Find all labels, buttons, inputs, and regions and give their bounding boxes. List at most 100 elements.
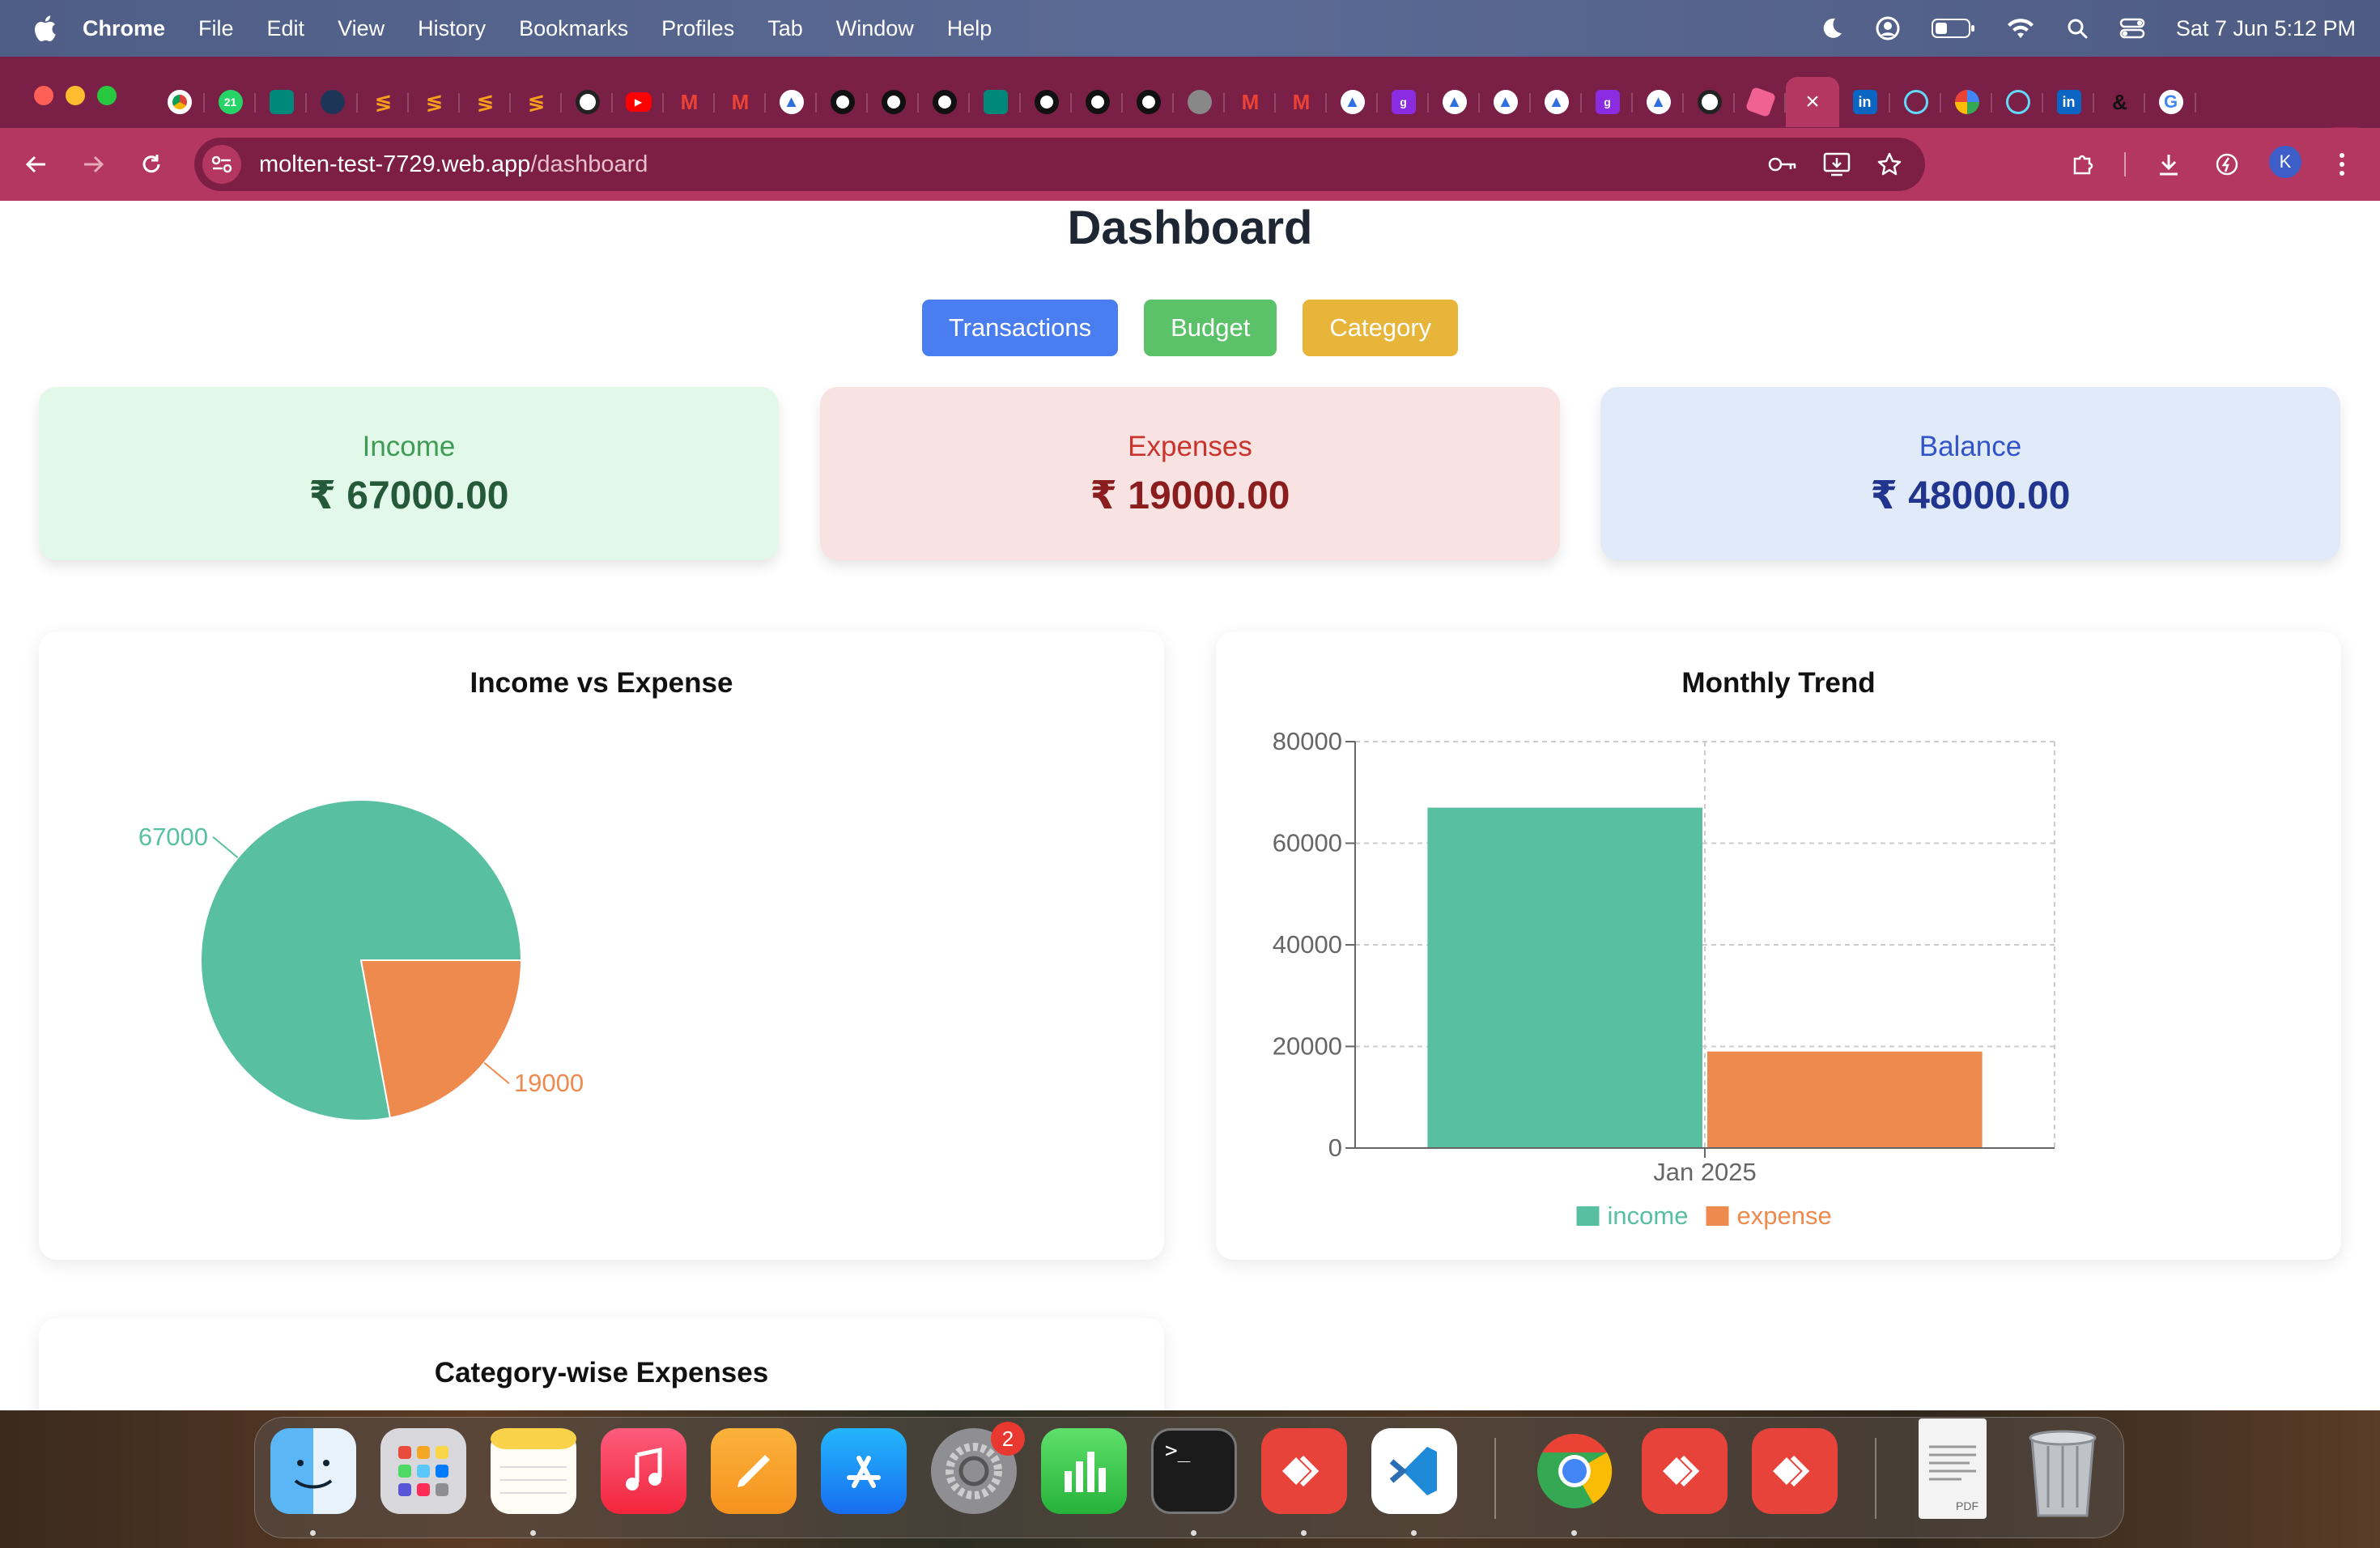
tab-github-2[interactable]: [868, 77, 919, 127]
tab-github-4[interactable]: [1021, 77, 1072, 127]
notes-icon[interactable]: [491, 1428, 576, 1514]
spotlight-search-icon[interactable]: [2066, 17, 2089, 40]
launchpad-icon[interactable]: [380, 1428, 466, 1514]
tab-gfg-1[interactable]: g: [1378, 77, 1429, 127]
terminal-icon[interactable]: >_: [1151, 1428, 1237, 1514]
tab-leetcode-3[interactable]: ≶: [460, 77, 511, 127]
chrome-menu-button[interactable]: [2323, 146, 2361, 183]
pie-slice-expense[interactable]: [359, 959, 523, 1119]
tab-gmail-3[interactable]: M: [1225, 77, 1276, 127]
tab-openai-2[interactable]: [1684, 77, 1735, 127]
app-store-icon[interactable]: [821, 1428, 907, 1514]
music-note-icon: [626, 1447, 662, 1491]
bar-expense-0[interactable]: [1707, 1051, 1983, 1148]
tab-github-1[interactable]: [817, 77, 868, 127]
tab-linkedin-1[interactable]: in: [1839, 77, 1890, 127]
tab-colorful-app[interactable]: [1941, 77, 1992, 127]
window-close-button[interactable]: [34, 86, 53, 105]
pages-icon[interactable]: [711, 1428, 797, 1514]
finder-icon[interactable]: [270, 1428, 356, 1514]
tab-google[interactable]: G: [2145, 77, 2196, 127]
bookmark-star-icon[interactable]: [1876, 151, 1902, 177]
window-minimize-button[interactable]: [66, 86, 85, 105]
focus-moon-icon[interactable]: [1820, 16, 1844, 40]
menu-bookmarks[interactable]: Bookmarks: [519, 16, 628, 41]
anydesk-icon[interactable]: [1261, 1428, 1347, 1514]
menu-history[interactable]: History: [418, 16, 486, 41]
tab-arc-1[interactable]: ▲: [766, 77, 817, 127]
tab-leetcode-2[interactable]: ≶: [409, 77, 460, 127]
install-app-icon[interactable]: [1823, 151, 1851, 177]
tab-arc-6[interactable]: ▲: [1633, 77, 1684, 127]
user-account-icon[interactable]: [1875, 15, 1901, 41]
menu-edit[interactable]: Edit: [267, 16, 305, 41]
music-icon[interactable]: [601, 1428, 686, 1514]
tab-dark-app[interactable]: [307, 77, 358, 127]
tab-linkedin-2[interactable]: in: [2043, 77, 2094, 127]
tab-ampersand[interactable]: &: [2094, 77, 2145, 127]
chrome-dock-icon[interactable]: [1532, 1428, 1617, 1514]
category-button[interactable]: Category: [1303, 300, 1459, 356]
reload-button[interactable]: [133, 146, 170, 183]
menu-window[interactable]: Window: [836, 16, 914, 41]
tab-arc-3[interactable]: ▲: [1429, 77, 1480, 127]
bar-income-0[interactable]: [1427, 807, 1702, 1148]
menu-profiles[interactable]: Profiles: [661, 16, 734, 41]
tab-leetcode-1[interactable]: ≶: [358, 77, 409, 127]
github-icon: [830, 90, 855, 114]
tab-globe[interactable]: [1174, 77, 1225, 127]
whatsapp-icon: 21: [218, 90, 243, 114]
window-zoom-button[interactable]: [97, 86, 117, 105]
profile-avatar[interactable]: K: [2269, 146, 2301, 178]
tab-github-5[interactable]: [1072, 77, 1123, 127]
forward-button[interactable]: [74, 146, 112, 183]
tab-meet[interactable]: [256, 77, 307, 127]
tab-dashboard-active[interactable]: ×: [1786, 77, 1839, 127]
tab-pink-app[interactable]: [1735, 77, 1786, 127]
tab-openai[interactable]: [562, 77, 613, 127]
control-center-icon[interactable]: [2119, 17, 2145, 40]
anydesk-icon-3[interactable]: [1752, 1428, 1838, 1514]
extensions-button[interactable]: [2064, 146, 2102, 183]
performance-button[interactable]: [2208, 146, 2246, 183]
vscode-icon[interactable]: [1371, 1428, 1457, 1514]
menu-clock[interactable]: Sat 7 Jun 5:12 PM: [2176, 16, 2356, 41]
back-button[interactable]: [18, 146, 55, 183]
tab-react-2[interactable]: [1992, 77, 2043, 127]
menu-view[interactable]: View: [338, 16, 385, 41]
url-text[interactable]: molten-test-7729.web.app/dashboard: [259, 151, 648, 178]
tab-meet-2[interactable]: [970, 77, 1021, 127]
tab-gmail-1[interactable]: M: [664, 77, 715, 127]
menu-app-name[interactable]: Chrome: [83, 16, 165, 41]
transactions-button[interactable]: Transactions: [921, 300, 1119, 356]
close-tab-icon[interactable]: ×: [1805, 90, 1820, 114]
tab-youtube[interactable]: ▶: [613, 77, 664, 127]
pdf-document-icon[interactable]: PDF: [1919, 1418, 1987, 1519]
tab-arc-5[interactable]: ▲: [1531, 77, 1582, 127]
address-bar[interactable]: molten-test-7729.web.app/dashboard: [194, 138, 1925, 191]
trash-icon[interactable]: [2024, 1423, 2102, 1520]
wifi-icon[interactable]: [2006, 17, 2035, 40]
tab-chrome[interactable]: [154, 77, 205, 127]
tab-whatsapp[interactable]: 21: [205, 77, 256, 127]
anydesk-icon-2[interactable]: [1642, 1428, 1728, 1514]
menu-help[interactable]: Help: [947, 16, 992, 41]
tab-github-3[interactable]: [919, 77, 970, 127]
battery-icon[interactable]: [1931, 18, 1975, 39]
apple-menu-icon[interactable]: [32, 15, 57, 42]
tab-gfg-2[interactable]: g: [1582, 77, 1633, 127]
tab-gmail-4[interactable]: M: [1276, 77, 1327, 127]
site-info-button[interactable]: [202, 145, 241, 184]
tab-arc-4[interactable]: ▲: [1480, 77, 1531, 127]
numbers-icon[interactable]: [1041, 1428, 1127, 1514]
tab-leetcode-4[interactable]: ≶: [511, 77, 562, 127]
downloads-button[interactable]: [2150, 146, 2187, 183]
budget-button[interactable]: Budget: [1144, 300, 1277, 356]
password-key-icon[interactable]: [1768, 155, 1797, 173]
tab-arc-2[interactable]: ▲: [1327, 77, 1378, 127]
menu-tab[interactable]: Tab: [767, 16, 803, 41]
tab-react-1[interactable]: [1890, 77, 1941, 127]
tab-github-6[interactable]: [1123, 77, 1174, 127]
menu-file[interactable]: File: [198, 16, 234, 41]
tab-gmail-2[interactable]: M: [715, 77, 766, 127]
